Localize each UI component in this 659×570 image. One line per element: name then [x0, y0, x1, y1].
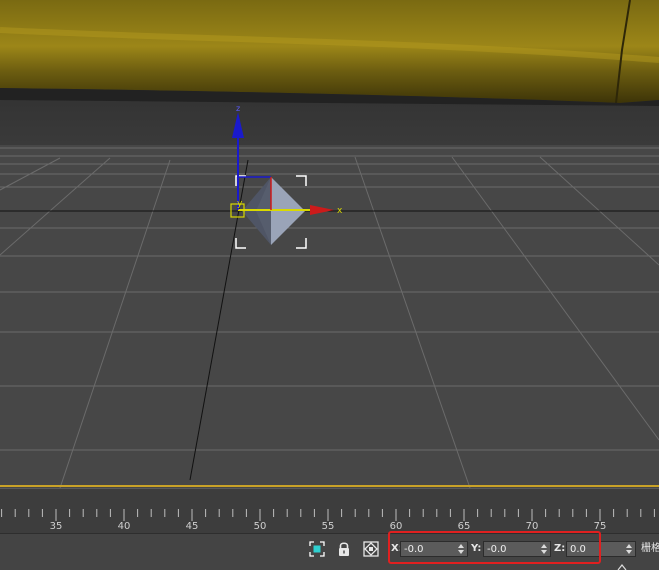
grid-label: 栅格: [641, 543, 659, 554]
x-coord-value: -0.0: [404, 544, 424, 555]
status-corner-icon: [617, 564, 627, 570]
viewport-scene: z x y: [0, 0, 659, 488]
status-bar: X: -0.0 Y: -0.0 Z: 0.0 栅格: [0, 533, 659, 570]
timeline-tick-label: 60: [389, 521, 403, 532]
z-coord-spinner[interactable]: [626, 543, 633, 555]
y-axis-label: y: [237, 199, 243, 209]
z-coord-value: 0.0: [570, 544, 586, 555]
x-coord-field[interactable]: -0.0: [400, 541, 468, 557]
absolute-offset-mode-icon[interactable]: [362, 540, 380, 558]
y-coord-value: -0.0: [487, 544, 507, 555]
app-window: z x y 35 40 45 50 55 60 65 70 75 X: -0.0…: [0, 0, 659, 570]
timeline-tick-label: 45: [185, 521, 199, 532]
timeline-tick-label: 50: [253, 521, 267, 532]
timeline-ruler[interactable]: 35 40 45 50 55 60 65 70 75: [0, 488, 659, 534]
y-coord-spinner[interactable]: [541, 543, 548, 555]
y-coord-field[interactable]: -0.0: [483, 541, 551, 557]
z-coord-field[interactable]: 0.0: [566, 541, 636, 557]
timeline-tick-label: 40: [117, 521, 131, 532]
perspective-viewport[interactable]: z x y: [0, 0, 659, 488]
x-axis-label: x: [337, 206, 343, 216]
timeline-tick-label: 75: [593, 521, 607, 532]
y-coord-label: Y:: [471, 543, 482, 554]
selection-lock-icon[interactable]: [335, 540, 353, 558]
timeline-tick-label: 55: [321, 521, 335, 532]
timeline-tick-label: 70: [525, 521, 539, 532]
timeline-tick-label: 35: [49, 521, 63, 532]
isolate-selection-icon[interactable]: [308, 540, 326, 558]
x-coord-spinner[interactable]: [458, 543, 465, 555]
timeline-tick-label: 65: [457, 521, 471, 532]
z-axis-label: z: [236, 104, 240, 113]
z-coord-label: Z:: [554, 543, 566, 554]
